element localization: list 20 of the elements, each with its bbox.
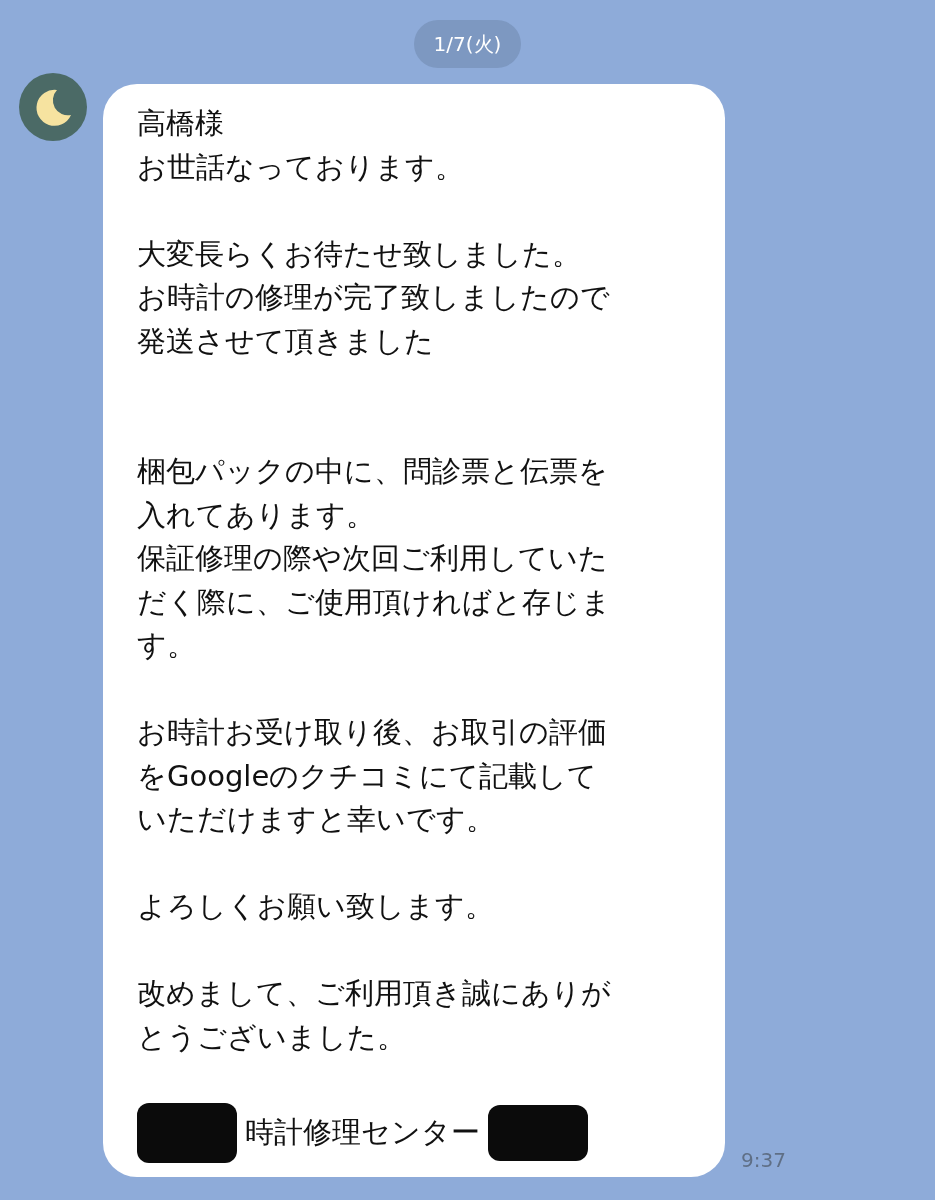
message-line: 入れてあります。	[137, 496, 375, 534]
message-line: 大変長らくお待たせ致しました。	[137, 235, 581, 273]
message-line: 梱包パックの中に、問診票と伝票を	[137, 453, 608, 490]
message-line: 改めまして、ご利用頂き誠にありが	[137, 975, 611, 1012]
date-separator: 1/7(火)	[413, 20, 522, 68]
message-line: 高橋様	[137, 105, 224, 142]
message-time: 9:37	[741, 1146, 786, 1174]
message-line: 発送させて頂きました	[137, 322, 434, 360]
message-line: よろしくお願い致します。	[137, 888, 494, 925]
message-line: とうございました。	[137, 1018, 406, 1056]
message-line: いただけますと幸いです。	[137, 801, 495, 838]
message-line: す。	[137, 627, 196, 664]
message-line: お時計の修理が完了致しましたので	[137, 279, 610, 316]
message-line: だく際に、ご使用頂ければと存じま	[137, 583, 611, 621]
avatar-icon[interactable]	[19, 73, 87, 141]
message-line: お世話なっております。	[137, 148, 464, 186]
message-line: お時計お受け取り後、お取引の評価	[137, 714, 607, 751]
message-line: 保証修理の際や次回ご利用していた	[137, 540, 608, 577]
message-line: をGoogleのクチコミにて記載して	[137, 757, 598, 795]
message-line: 時計修理センター	[245, 1113, 480, 1151]
